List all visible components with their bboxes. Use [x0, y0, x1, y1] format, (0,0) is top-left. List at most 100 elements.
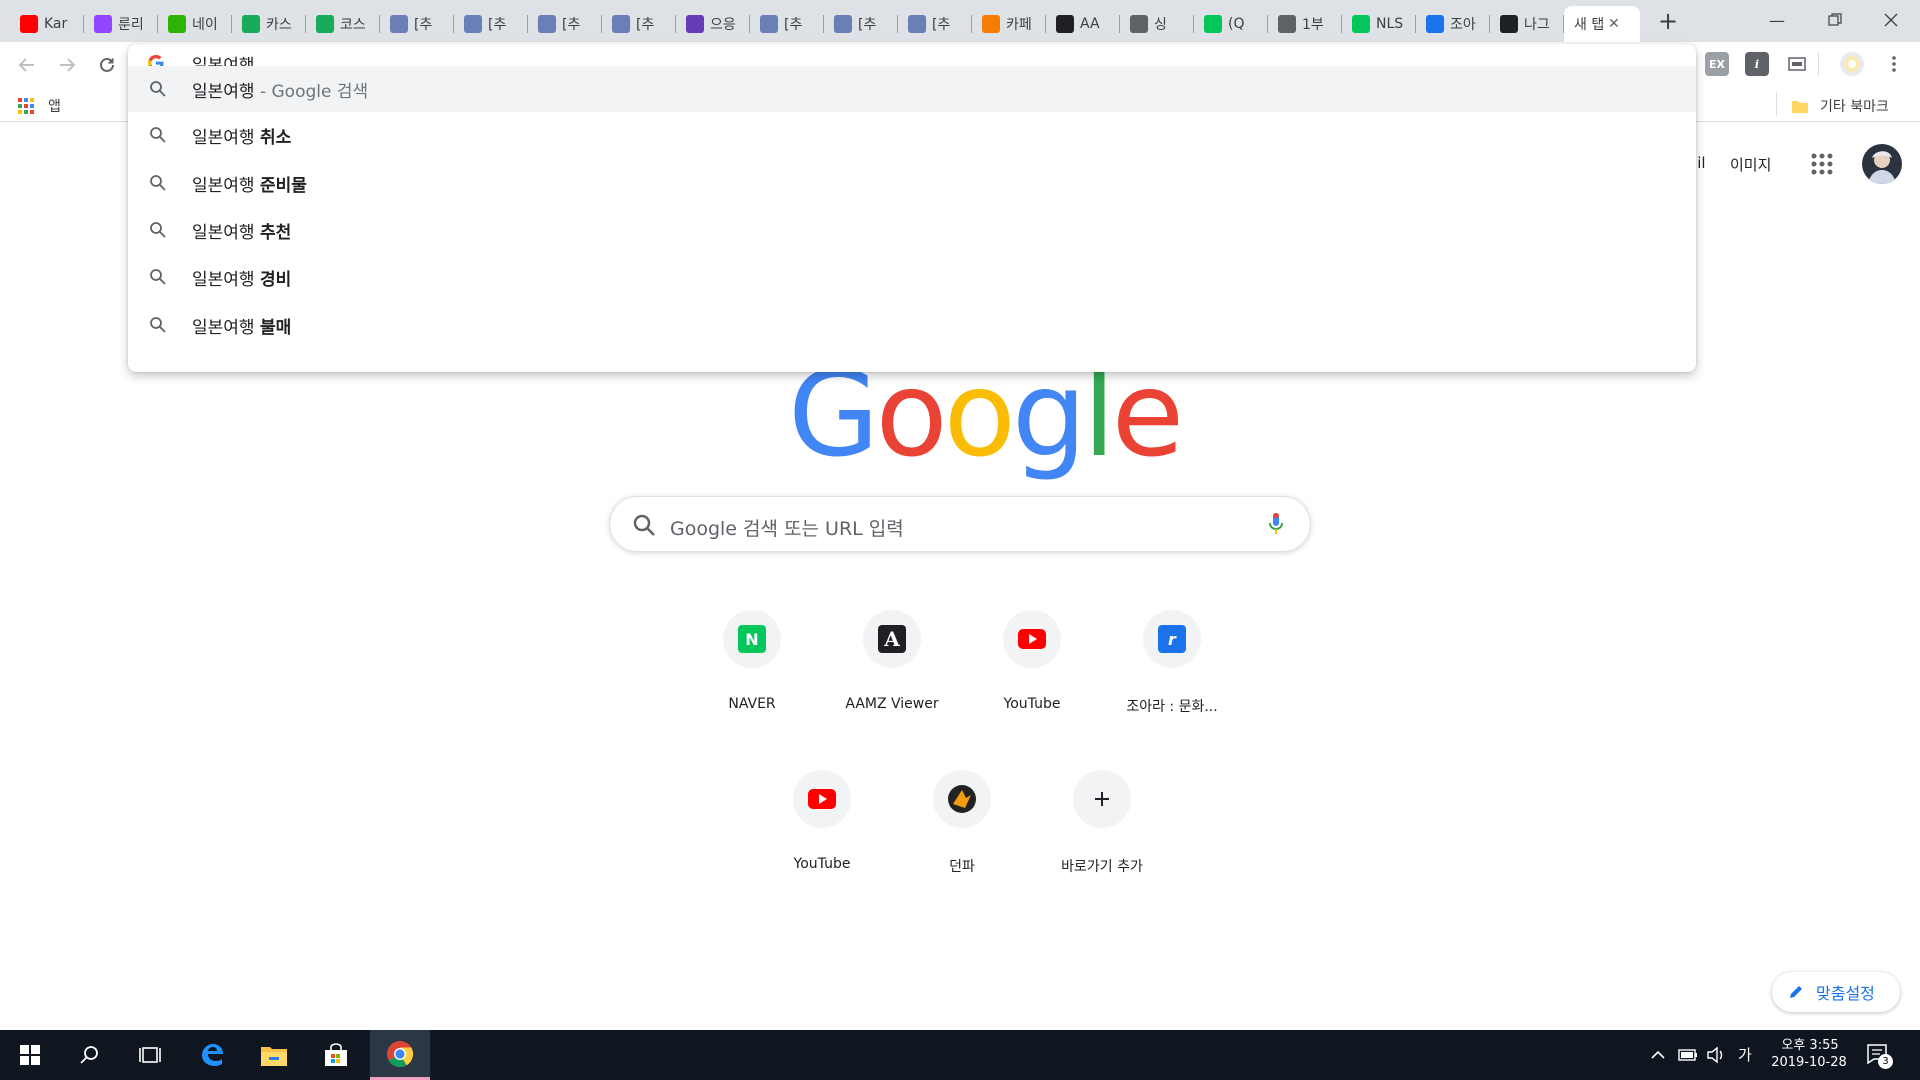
back-arrow-icon [18, 58, 34, 72]
tab[interactable]: [추 [380, 6, 454, 42]
apps-shortcut[interactable]: 앱 [18, 96, 61, 116]
omnibox-suggestion[interactable]: 일본여행 준비물 [128, 160, 1696, 206]
store-taskbar-icon[interactable] [306, 1030, 366, 1080]
omnibox-dropdown: 일본여행 일본여행 - Google 검색일본여행 취소일본여행 준비물일본여행… [128, 44, 1696, 372]
suggestion-query: 일본여행 [192, 317, 260, 338]
tab[interactable]: [추 [750, 6, 824, 42]
tab-title: [추 [636, 17, 655, 33]
omnibox-suggestion[interactable]: 일본여행 불매 [128, 302, 1696, 348]
folder-icon [1792, 101, 1808, 113]
suggestion-query: 일본여행 [192, 81, 255, 102]
tab-title: AA [1080, 16, 1100, 32]
toolbar-divider [1818, 52, 1819, 76]
other-bookmarks[interactable]: 기타 북마크 [1792, 96, 1889, 116]
ntp-search-box[interactable]: Google 검색 또는 URL 입력 [609, 496, 1311, 552]
tab[interactable]: [추 [602, 6, 676, 42]
microphone-icon[interactable] [1268, 512, 1284, 536]
tab-title: [추 [562, 17, 581, 33]
taskbar-search-button[interactable] [60, 1030, 120, 1080]
shortcut-tile[interactable]: r 조아라 : 문화... [1116, 610, 1228, 716]
shortcut-tile[interactable]: YouTube [766, 770, 878, 872]
tab[interactable]: 싱 [1120, 6, 1194, 42]
tab[interactable]: Kar [10, 6, 84, 42]
close-tab-icon[interactable]: ✕ [1608, 16, 1620, 32]
clock-time[interactable]: 오후 3:55 [1774, 1034, 1846, 1053]
chrome-taskbar-icon[interactable] [370, 1030, 430, 1080]
shortcut-tile[interactable]: N NAVER [696, 610, 808, 712]
edge-taskbar-icon[interactable] [182, 1030, 242, 1080]
site-icon [316, 15, 334, 33]
battery-icon[interactable] [1678, 1048, 1698, 1062]
images-link[interactable]: 이미지 [1730, 154, 1771, 175]
tab[interactable]: (Q [1194, 6, 1268, 42]
tab-title: NLS [1376, 16, 1404, 32]
extension-info-icon[interactable]: i [1745, 52, 1769, 76]
tab[interactable]: 카페 [972, 6, 1046, 42]
reload-button[interactable] [92, 50, 122, 80]
add-shortcut-tile[interactable]: 바로가기 추가 [1046, 770, 1158, 876]
tab-active[interactable]: 새 탭 ✕ [1564, 6, 1640, 42]
suggestion-text: 일본여행 - Google 검색 [192, 77, 368, 102]
volume-icon[interactable] [1706, 1046, 1726, 1064]
file-explorer-taskbar-icon[interactable] [244, 1030, 304, 1080]
start-button[interactable] [0, 1030, 60, 1080]
close-window-button[interactable] [1862, 0, 1920, 40]
tab-title: [추 [858, 17, 877, 33]
tab[interactable]: 카스 [232, 6, 306, 42]
ime-indicator[interactable]: 가 [1738, 1044, 1752, 1065]
naver-cafe-icon [168, 15, 186, 33]
suggestion-text: 일본여행 취소 [192, 123, 291, 148]
tab[interactable]: 조아 [1416, 6, 1490, 42]
reload-icon [100, 57, 114, 72]
tab-title: [추 [414, 17, 433, 33]
omnibox-suggestion[interactable]: 일본여행 추천 [128, 207, 1696, 253]
restore-button[interactable] [1806, 0, 1864, 40]
omnibox-suggestion[interactable]: 일본여행 취소 [128, 112, 1696, 158]
shortcut-label: NAVER [728, 696, 776, 712]
shortcut-label: YouTube [1003, 696, 1061, 712]
suggestion-text: 일본여행 추천 [192, 218, 291, 243]
task-view-button[interactable] [120, 1030, 180, 1080]
tab[interactable]: 나그 [1490, 6, 1564, 42]
bookmarks-divider [1776, 92, 1777, 116]
chevron-up-icon[interactable] [1650, 1048, 1666, 1062]
omnibox-suggestion[interactable]: 일본여행 경비 [128, 254, 1696, 300]
tab[interactable]: [추 [454, 6, 528, 42]
tab[interactable]: 네이 [158, 6, 232, 42]
blog-icon [1204, 15, 1222, 33]
forward-button[interactable] [52, 50, 82, 80]
shortcut-tile[interactable]: 던파 [906, 770, 1018, 876]
avatar[interactable] [1862, 144, 1902, 184]
tab[interactable]: 코스 [306, 6, 380, 42]
minimize-button[interactable]: — [1748, 0, 1806, 40]
new-tab-button[interactable]: + [1654, 8, 1682, 36]
extension-ex-icon[interactable]: EX [1705, 52, 1729, 76]
tab-title: 룬리 [118, 17, 144, 33]
shortcut-tile[interactable]: YouTube [976, 610, 1088, 712]
chrome-menu-button[interactable] [1882, 52, 1906, 76]
tab[interactable]: 1부 [1268, 6, 1342, 42]
tab[interactable]: [추 [824, 6, 898, 42]
tab[interactable]: 룬리 [84, 6, 158, 42]
customize-button[interactable]: 맞춤설정 [1772, 972, 1900, 1012]
extension-window-icon[interactable] [1785, 52, 1809, 76]
tab-title: 으응 [710, 17, 736, 33]
windows-taskbar: 가 오후 3:55 2019-10-28 3 [0, 1030, 1920, 1080]
shortcut-tile[interactable]: A AAMZ Viewer [836, 610, 948, 712]
site-icon [612, 15, 630, 33]
omnibox-suggestion[interactable]: 일본여행 - Google 검색 [128, 66, 1696, 112]
action-center-button[interactable]: 3 [1866, 1042, 1893, 1070]
restore-icon [1828, 13, 1842, 26]
forward-arrow-icon [60, 58, 76, 72]
tab[interactable]: [추 [898, 6, 972, 42]
tab[interactable]: 으응 [676, 6, 750, 42]
kebab-menu-icon [1892, 56, 1896, 72]
profile-extension-icon[interactable] [1840, 52, 1864, 76]
clock-date[interactable]: 2019-10-28 [1766, 1055, 1852, 1070]
back-button[interactable] [12, 50, 42, 80]
tab[interactable]: NLS [1342, 6, 1416, 42]
tab[interactable]: AA [1046, 6, 1120, 42]
youtube-icon [1003, 610, 1061, 668]
google-apps-button[interactable] [1810, 152, 1834, 180]
tab[interactable]: [추 [528, 6, 602, 42]
